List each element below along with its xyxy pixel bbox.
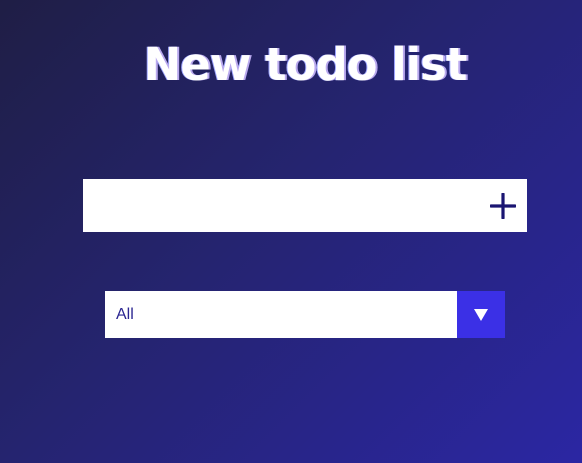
filter-selected-value: All <box>116 305 134 323</box>
plus-icon <box>490 192 516 219</box>
filter-select[interactable]: All <box>105 291 505 338</box>
triangle-down-icon <box>474 308 488 321</box>
add-todo-button[interactable] <box>479 179 527 232</box>
filter-dropdown-button[interactable] <box>457 291 505 338</box>
page-title: New todo list <box>143 38 468 91</box>
todo-input[interactable] <box>83 179 479 232</box>
todo-form <box>83 179 527 232</box>
